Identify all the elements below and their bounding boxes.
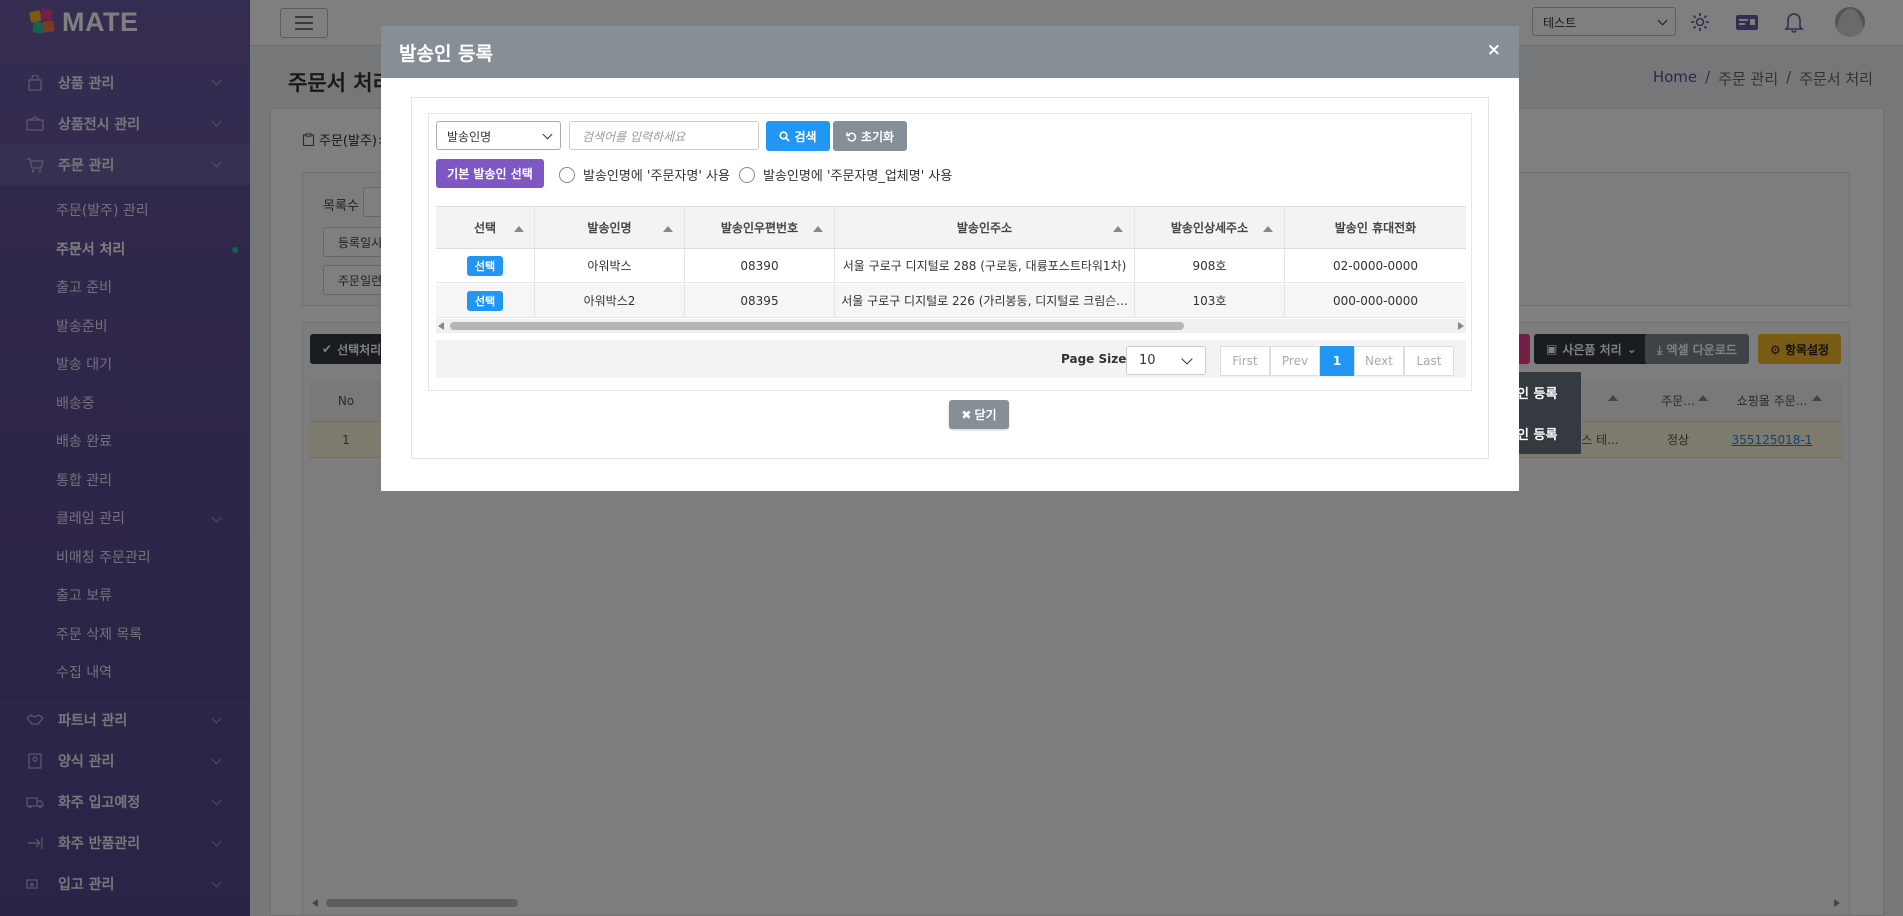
sort-asc-icon[interactable]: [813, 226, 823, 232]
search-input[interactable]: 검색어를 입력하세요: [569, 121, 759, 150]
undo-icon: [846, 132, 857, 142]
sort-asc-icon[interactable]: [663, 226, 673, 232]
radio-orderer-name[interactable]: 발송인명에 '주문자명' 사용: [559, 165, 730, 184]
cell-sender-zip: 08395: [685, 284, 835, 317]
radio-orderer-company-name[interactable]: 발송인명에 '주문자명_업체명' 사용: [739, 165, 952, 184]
page-number-button[interactable]: 1: [1320, 346, 1354, 376]
pagination: Page Size 10 First Prev 1 Next Last: [436, 340, 1466, 378]
sender-register-modal: 발송인 등록 × 발송인명 검색어를 입력하세요 검색 초기화 기본 발송인 선…: [381, 26, 1519, 491]
radio-label: 발송인명에 '주문자명' 사용: [583, 169, 730, 184]
col-label: 발송인상세주소: [1170, 221, 1249, 235]
cell-sender-detail: 908호: [1135, 249, 1285, 282]
cell-sender-phone: 000-000-0000: [1332, 293, 1418, 308]
app-root: MATE 상품 관리 상품전시 관리 주문 관리: [0, 0, 1903, 916]
col-label: 선택: [473, 221, 497, 235]
sender-search-panel: 발송인명 검색어를 입력하세요 검색 초기화 기본 발송인 선택 발송인명에 '…: [428, 113, 1472, 391]
close-icon[interactable]: ×: [1487, 40, 1501, 60]
radio-circle[interactable]: [559, 166, 575, 183]
radio-label: 발송인명에 '주문자명_업체명' 사용: [763, 169, 953, 184]
last-page-button[interactable]: Last: [1404, 346, 1454, 376]
scroll-left-icon[interactable]: [438, 322, 444, 330]
col-label: 발송인주소: [956, 221, 1013, 235]
sort-asc-icon[interactable]: [514, 226, 524, 232]
scroll-right-icon[interactable]: [1458, 322, 1464, 330]
cell-sender-address: 서울 구로구 디지털로 226 (가리봉동, 디지털로 크림슨...: [835, 284, 1135, 317]
modal-title: 발송인 등록: [399, 42, 494, 65]
cell-sender-name: 아워박스2: [535, 284, 685, 317]
next-page-button[interactable]: Next: [1354, 346, 1404, 376]
modal-close-label: 닫기: [974, 408, 997, 422]
sender-grid-header: 선택 발송인명 발송인우편번호 발송인주소 발송인상세주소 발송인 휴대전화: [436, 206, 1466, 249]
first-page-button[interactable]: First: [1220, 346, 1270, 376]
table-row[interactable]: 선택 아워박스2 08395 서울 구로구 디지털로 226 (가리봉동, 디지…: [436, 284, 1466, 318]
cell-sender-zip: 08390: [685, 249, 835, 282]
radio-circle[interactable]: [739, 166, 755, 183]
reset-button-label: 초기화: [860, 129, 895, 144]
cell-sender-detail: 103호: [1135, 284, 1285, 317]
cell-sender-phone: 02-0000-0000: [1332, 258, 1418, 273]
col-sender-phone[interactable]: 발송인 휴대전화: [1285, 207, 1466, 248]
col-sender-detail[interactable]: 발송인상세주소: [1135, 207, 1285, 248]
col-label: 발송인명: [587, 221, 632, 235]
table-row[interactable]: 선택 아워박스 08390 서울 구로구 디지털로 288 (구로동, 대륭포스…: [436, 249, 1466, 283]
col-label: 발송인우편번호: [720, 221, 799, 235]
col-label: 발송인 휴대전화: [1334, 221, 1417, 235]
cell-sender-address: 서울 구로구 디지털로 288 (구로동, 대륭포스트타워1차): [835, 249, 1135, 282]
col-sender-name[interactable]: 발송인명: [535, 207, 685, 248]
modal-body: 발송인명 검색어를 입력하세요 검색 초기화 기본 발송인 선택 발송인명에 '…: [411, 97, 1489, 459]
col-sender-address[interactable]: 발송인주소: [835, 207, 1135, 248]
sort-asc-icon[interactable]: [1113, 226, 1123, 232]
cell-select: 선택: [436, 249, 535, 282]
page-size-select[interactable]: 10: [1126, 346, 1206, 375]
col-select[interactable]: 선택: [436, 207, 535, 248]
select-sender-button[interactable]: 선택: [466, 255, 504, 276]
prev-page-button[interactable]: Prev: [1270, 346, 1320, 376]
close-icon: ✖: [961, 407, 972, 422]
cell-select: 선택: [436, 284, 535, 317]
search-field-select[interactable]: 발송인명: [436, 121, 561, 150]
sender-grid: 선택 발송인명 발송인우편번호 발송인주소 발송인상세주소 발송인 휴대전화 선…: [436, 206, 1466, 333]
reset-button[interactable]: 초기화: [833, 121, 907, 151]
grid-horizontal-scrollbar[interactable]: [436, 319, 1466, 333]
cell-sender-name: 아워박스: [535, 249, 685, 282]
search-button-label: 검색: [794, 129, 817, 144]
search-button[interactable]: 검색: [766, 121, 830, 151]
modal-close-button[interactable]: ✖ 닫기: [949, 400, 1009, 429]
modal-header: 발송인 등록 ×: [381, 26, 1519, 78]
sort-asc-icon[interactable]: [1263, 226, 1273, 232]
default-sender-button[interactable]: 기본 발송인 선택: [436, 159, 544, 188]
col-sender-zip[interactable]: 발송인우편번호: [685, 207, 835, 248]
search-icon: [779, 130, 791, 142]
scrollbar-thumb[interactable]: [450, 322, 1184, 330]
select-sender-button[interactable]: 선택: [466, 290, 504, 311]
page-size-label: Page Size: [1061, 352, 1127, 366]
